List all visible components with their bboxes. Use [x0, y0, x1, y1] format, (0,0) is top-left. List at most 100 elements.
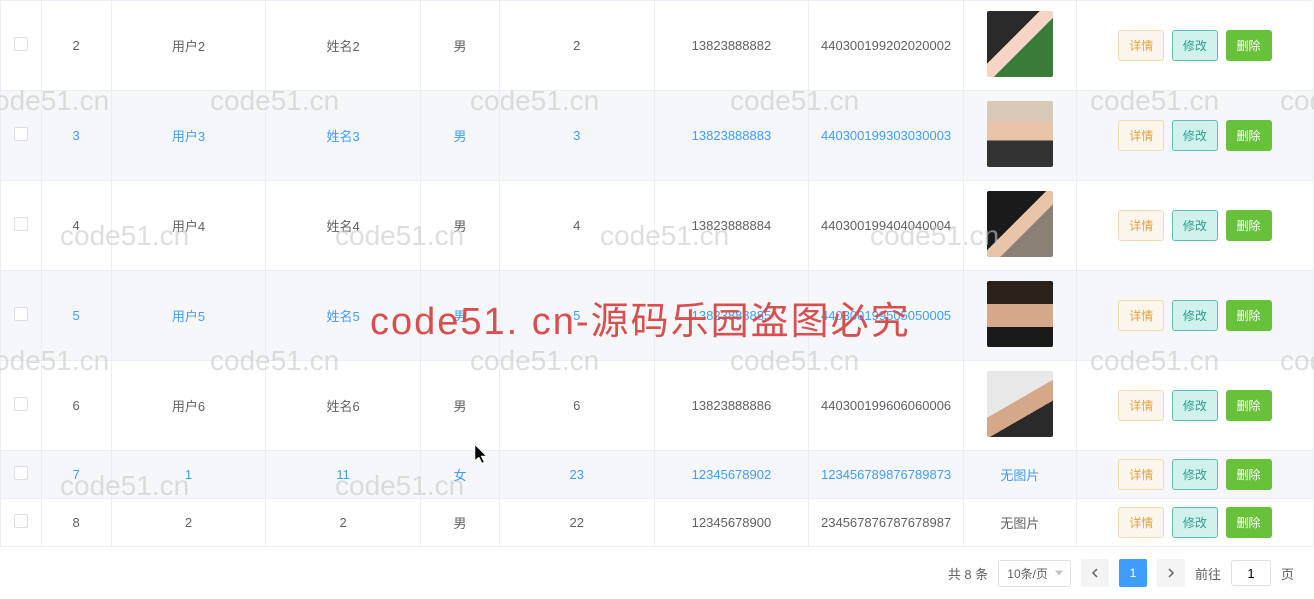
cell-name: 姓名2	[326, 39, 359, 54]
avatar[interactable]	[987, 371, 1053, 437]
cell-gender: 女	[453, 468, 466, 483]
cell-name: 姓名3	[326, 129, 359, 144]
delete-button[interactable]: 删除	[1226, 459, 1272, 490]
cell-num: 4	[573, 218, 580, 233]
cell-id: 4	[73, 218, 80, 233]
cell-name: 姓名6	[326, 399, 359, 414]
cell-user: 1	[185, 467, 192, 482]
cell-user: 用户3	[172, 129, 205, 144]
cell-id: 7	[73, 467, 80, 482]
delete-button[interactable]: 删除	[1226, 30, 1272, 61]
cell-phone: 13823888885	[692, 308, 772, 323]
delete-button[interactable]: 删除	[1226, 210, 1272, 241]
table-row[interactable]: 7 1 11 女 23 12345678902 1234567898767898…	[1, 451, 1314, 499]
cell-phone: 13823888882	[692, 38, 772, 53]
cell-gender: 男	[453, 129, 466, 144]
cell-phone: 12345678902	[692, 467, 772, 482]
detail-button[interactable]: 详情	[1118, 390, 1164, 421]
pagination: 共 8 条 10条/页 1 前往 页	[0, 547, 1314, 599]
cell-name: 姓名5	[326, 309, 359, 324]
prev-page-button[interactable]	[1081, 559, 1109, 587]
delete-button[interactable]: 删除	[1226, 390, 1272, 421]
cell-num: 23	[570, 467, 584, 482]
row-checkbox[interactable]	[14, 127, 28, 141]
cell-gender: 男	[453, 39, 466, 54]
edit-button[interactable]: 修改	[1172, 30, 1218, 61]
table-row[interactable]: 3 用户3 姓名3 男 3 13823888883 44030019930303…	[1, 91, 1314, 181]
cell-idcard: 440300199505050005	[821, 308, 951, 323]
table-row[interactable]: 2 用户2 姓名2 男 2 13823888882 44030019920202…	[1, 1, 1314, 91]
avatar[interactable]	[987, 11, 1053, 77]
cell-num: 6	[573, 398, 580, 413]
table-row[interactable]: 6 用户6 姓名6 男 6 13823888886 44030019960606…	[1, 361, 1314, 451]
detail-button[interactable]: 详情	[1118, 459, 1164, 490]
detail-button[interactable]: 详情	[1118, 30, 1164, 61]
cell-phone: 13823888883	[692, 128, 772, 143]
cell-name: 2	[339, 515, 346, 530]
cell-user: 用户6	[172, 399, 205, 414]
row-checkbox[interactable]	[14, 307, 28, 321]
cell-num: 2	[573, 38, 580, 53]
delete-button[interactable]: 删除	[1226, 300, 1272, 331]
detail-button[interactable]: 详情	[1118, 507, 1164, 538]
row-checkbox[interactable]	[14, 514, 28, 528]
goto-prefix: 前往	[1195, 564, 1221, 583]
row-checkbox[interactable]	[14, 466, 28, 480]
edit-button[interactable]: 修改	[1172, 300, 1218, 331]
detail-button[interactable]: 详情	[1118, 210, 1164, 241]
cell-phone: 13823888884	[692, 218, 772, 233]
table-row[interactable]: 5 用户5 姓名5 男 5 13823888885 44030019950505…	[1, 271, 1314, 361]
cell-phone: 12345678900	[692, 515, 772, 530]
cell-id: 5	[73, 308, 80, 323]
cell-gender: 男	[453, 219, 466, 234]
cell-name: 11	[336, 467, 350, 482]
cell-user: 用户2	[172, 39, 205, 54]
row-checkbox[interactable]	[14, 37, 28, 51]
cell-idcard: 234567876787678987	[821, 515, 951, 530]
cell-num: 22	[570, 515, 584, 530]
cell-user: 2	[185, 515, 192, 530]
cell-user: 用户4	[172, 219, 205, 234]
cell-idcard: 440300199404040004	[821, 218, 951, 233]
goto-page-input[interactable]	[1231, 560, 1271, 586]
avatar[interactable]	[987, 191, 1053, 257]
avatar[interactable]	[987, 281, 1053, 347]
total-count: 共 8 条	[948, 564, 988, 583]
page-1-button[interactable]: 1	[1119, 559, 1147, 587]
cell-phone: 13823888886	[692, 398, 772, 413]
edit-button[interactable]: 修改	[1172, 210, 1218, 241]
cell-idcard: 440300199303030003	[821, 128, 951, 143]
goto-suffix: 页	[1281, 564, 1294, 583]
edit-button[interactable]: 修改	[1172, 459, 1218, 490]
cell-idcard: 440300199202020002	[821, 38, 951, 53]
row-checkbox[interactable]	[14, 397, 28, 411]
cell-gender: 男	[453, 309, 466, 324]
table-row[interactable]: 4 用户4 姓名4 男 4 13823888884 44030019940404…	[1, 181, 1314, 271]
avatar[interactable]	[987, 101, 1053, 167]
cell-id: 8	[73, 515, 80, 530]
cell-id: 3	[73, 128, 80, 143]
pagesize-select[interactable]: 10条/页	[998, 560, 1071, 587]
cell-user: 用户5	[172, 309, 205, 324]
cell-id: 2	[73, 38, 80, 53]
cell-id: 6	[73, 398, 80, 413]
delete-button[interactable]: 删除	[1226, 120, 1272, 151]
cell-num: 3	[573, 128, 580, 143]
table-row[interactable]: 8 2 2 男 22 12345678900 23456787678767898…	[1, 499, 1314, 547]
next-page-button[interactable]	[1157, 559, 1185, 587]
no-image-label: 无图片	[1000, 516, 1039, 531]
edit-button[interactable]: 修改	[1172, 507, 1218, 538]
edit-button[interactable]: 修改	[1172, 120, 1218, 151]
detail-button[interactable]: 详情	[1118, 300, 1164, 331]
no-image-label: 无图片	[1000, 468, 1039, 483]
edit-button[interactable]: 修改	[1172, 390, 1218, 421]
cell-name: 姓名4	[326, 219, 359, 234]
cell-gender: 男	[453, 516, 466, 531]
cell-idcard: 440300199606060006	[821, 398, 951, 413]
cell-gender: 男	[453, 399, 466, 414]
cell-num: 5	[573, 308, 580, 323]
delete-button[interactable]: 删除	[1226, 507, 1272, 538]
row-checkbox[interactable]	[14, 217, 28, 231]
cell-idcard: 123456789876789873	[821, 467, 951, 482]
detail-button[interactable]: 详情	[1118, 120, 1164, 151]
